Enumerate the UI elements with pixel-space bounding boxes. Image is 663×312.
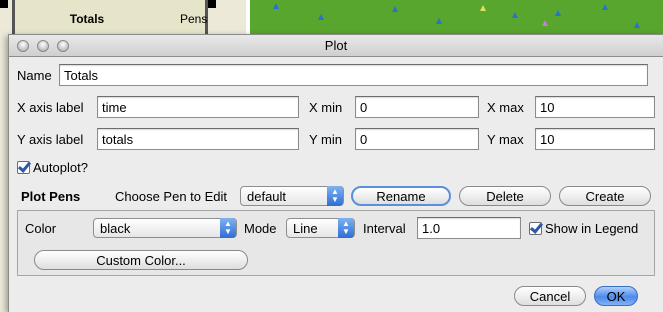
turtle-icon <box>555 10 561 16</box>
chevron-updown-icon: ▲ ▼ <box>327 186 343 206</box>
autoplot-checkbox[interactable] <box>17 161 30 174</box>
x-min-label: X min <box>309 99 343 115</box>
y-min-field[interactable] <box>355 128 479 150</box>
y-axis-label-field[interactable] <box>97 128 299 150</box>
show-in-legend-checkbox[interactable] <box>529 221 542 235</box>
cancel-button[interactable]: Cancel <box>514 286 586 306</box>
delete-button[interactable]: Delete <box>459 186 551 206</box>
plot-widget-legend: Pens <box>180 12 208 26</box>
turtle-icon <box>273 3 279 9</box>
y-axis-label: Y axis label <box>17 131 84 147</box>
plot-widget-title: Totals <box>69 12 105 26</box>
chevron-updown-icon: ▲ ▼ <box>220 218 236 238</box>
y-min-label: Y min <box>309 131 342 147</box>
y-max-field[interactable] <box>535 128 655 150</box>
turtle-icon <box>392 6 398 12</box>
x-max-label: X max <box>487 99 524 115</box>
turtle-icon <box>436 18 442 24</box>
selection-handle[interactable] <box>0 0 8 8</box>
turtle-icon <box>318 14 324 20</box>
pen-select-value: default <box>247 188 287 204</box>
color-select-value: black <box>100 220 131 236</box>
turtle-icon <box>602 4 608 10</box>
autoplot-label: Autoplot? <box>33 160 88 175</box>
plot-dialog: Plot Name X axis label X min X max Y axi… <box>8 34 663 312</box>
name-field[interactable] <box>59 64 648 86</box>
y-max-label: Y max <box>487 131 524 147</box>
choose-pen-label: Choose Pen to Edit <box>115 188 228 204</box>
color-label: Color <box>25 220 57 236</box>
selection-handle[interactable] <box>208 0 216 8</box>
pen-settings-row: Color black ▲▼ Mode Line ▲▼ Interval Sho… <box>25 217 638 239</box>
x-axis-label: X axis label <box>17 99 84 115</box>
x-min-field[interactable] <box>355 96 479 118</box>
ok-button[interactable]: OK <box>594 286 638 306</box>
show-in-legend-label: Show in Legend <box>545 220 639 236</box>
plot-pens-label: Plot Pens <box>21 188 81 204</box>
turtle-icon <box>512 12 518 18</box>
name-label: Name <box>17 67 52 83</box>
turtle-icon <box>542 20 548 26</box>
color-select[interactable]: black ▲ ▼ <box>93 218 237 238</box>
mode-select-value: Line <box>293 220 318 236</box>
y-axis-row: Y axis label Y min Y max <box>17 128 655 150</box>
dialog-titlebar[interactable]: Plot <box>9 35 663 57</box>
rename-button[interactable]: Rename <box>351 186 451 206</box>
chevron-updown-icon: ▲ ▼ <box>338 218 354 238</box>
pen-settings-panel: Color black ▲▼ Mode Line ▲▼ Interval Sho… <box>17 210 655 276</box>
mode-select[interactable]: Line ▲ ▼ <box>286 218 355 238</box>
x-axis-label-field[interactable] <box>97 96 299 118</box>
interval-label: Interval <box>363 220 406 236</box>
create-button[interactable]: Create <box>559 186 651 206</box>
turtle-icon <box>480 5 486 11</box>
name-row: Name <box>17 64 648 86</box>
dialog-title: Plot <box>324 38 348 53</box>
mode-label: Mode <box>244 220 277 236</box>
autoplot-row[interactable]: Autoplot? <box>17 160 88 175</box>
x-axis-row: X axis label X min X max <box>17 96 655 118</box>
interval-field[interactable] <box>417 217 521 239</box>
plot-pens-row: Plot Pens Choose Pen to Edit default ▲ ▼ … <box>21 186 651 206</box>
x-max-field[interactable] <box>535 96 655 118</box>
turtle-icon <box>634 22 640 28</box>
pen-select[interactable]: default ▲ ▼ <box>240 186 344 206</box>
custom-color-button[interactable]: Custom Color... <box>34 250 248 270</box>
